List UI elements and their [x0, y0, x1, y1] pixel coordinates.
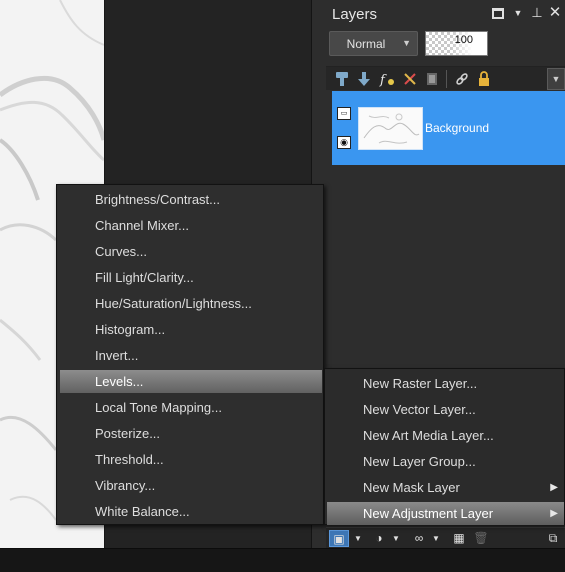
menu-item-threshold[interactable]: Threshold...: [60, 448, 322, 471]
menu-item-label: New Art Media Layer...: [363, 428, 494, 443]
menu-item-new-art-media-layer[interactable]: New Art Media Layer...: [327, 424, 564, 447]
pin-icon[interactable]: ⊥: [530, 6, 544, 20]
palette-bottom-toolbar: ▣ ▼ ◑ ▼ ∞ ▼ ▦ 🗑 ⧉: [326, 527, 565, 548]
menu-item-curves[interactable]: Curves...: [60, 240, 322, 263]
blend-mode-dropdown[interactable]: Normal ▼: [329, 31, 418, 56]
palette-header: Layers ▼ ⊥ ✕: [312, 0, 565, 28]
menu-item-vibrancy[interactable]: Vibrancy...: [60, 474, 322, 497]
adjustment-dropdown-icon[interactable]: ▼: [430, 530, 442, 547]
move-layer-down-icon[interactable]: [355, 70, 373, 88]
new-layer-menu: New Raster Layer... New Vector Layer... …: [324, 368, 565, 525]
blend-mode-value: Normal: [346, 37, 386, 51]
group-icon[interactable]: ▦: [450, 530, 468, 547]
menu-item-label: New Raster Layer...: [363, 376, 478, 391]
adjustment-icon[interactable]: ∞: [410, 530, 428, 547]
menu-item-new-layer-group[interactable]: New Layer Group...: [327, 450, 564, 473]
move-layer-up-icon[interactable]: [333, 70, 351, 88]
menu-item-hue-saturation[interactable]: Hue/Saturation/Lightness...: [60, 292, 322, 315]
chevron-down-icon: ▼: [402, 38, 411, 48]
mask-dropdown-icon[interactable]: ▼: [390, 530, 402, 547]
opacity-value: 100: [454, 34, 473, 46]
submenu-arrow-icon: ▶: [550, 508, 558, 519]
menu-item-channel-mixer[interactable]: Channel Mixer...: [60, 214, 322, 237]
menu-item-histogram[interactable]: Histogram...: [60, 318, 322, 341]
menu-item-levels[interactable]: Levels...: [60, 370, 322, 393]
adjustment-layer-submenu: Brightness/Contrast... Channel Mixer... …: [56, 184, 324, 525]
lock-icon[interactable]: [475, 70, 493, 88]
submenu-arrow-icon: ▶: [550, 482, 558, 493]
mask-icon[interactable]: ◑: [370, 530, 388, 547]
palette-title: Layers: [332, 6, 378, 23]
menu-arrow-icon[interactable]: ▼: [511, 6, 525, 20]
menu-item-white-balance[interactable]: White Balance...: [60, 500, 322, 523]
layer-properties-icon[interactable]: f: [378, 70, 396, 88]
menu-item-new-raster-layer[interactable]: New Raster Layer...: [327, 372, 564, 395]
menu-item-label: New Mask Layer: [363, 480, 460, 495]
layer-toolbar: f ▼: [326, 66, 565, 90]
close-icon[interactable]: ✕: [548, 5, 562, 20]
new-layer-dropdown-icon[interactable]: ▼: [352, 530, 364, 547]
menu-item-local-tone-mapping[interactable]: Local Tone Mapping...: [60, 396, 322, 419]
menu-item-brightness-contrast[interactable]: Brightness/Contrast...: [60, 188, 322, 211]
expand-icon[interactable]: ⧉: [544, 530, 562, 547]
menu-item-new-adjustment-layer[interactable]: New Adjustment Layer ▶: [327, 502, 564, 525]
mask-layer-icon[interactable]: [423, 70, 441, 88]
menu-item-posterize[interactable]: Posterize...: [60, 422, 322, 445]
new-layer-icon[interactable]: ▣: [329, 530, 349, 547]
edit-icon[interactable]: [401, 70, 419, 88]
menu-item-new-mask-layer[interactable]: New Mask Layer ▶: [327, 476, 564, 499]
menu-item-label: New Layer Group...: [363, 454, 476, 469]
menu-item-fill-light-clarity[interactable]: Fill Light/Clarity...: [60, 266, 322, 289]
delete-icon[interactable]: 🗑: [472, 530, 490, 547]
visibility-eye-icon[interactable]: ◉: [337, 136, 351, 149]
layer-type-icon: ▭: [337, 107, 351, 120]
svg-text:f: f: [379, 73, 387, 88]
opacity-slider[interactable]: 100: [425, 31, 488, 56]
menu-item-new-vector-layer[interactable]: New Vector Layer...: [327, 398, 564, 421]
maximize-icon[interactable]: [492, 8, 504, 19]
layer-row-background[interactable]: ▭ ◉ Background: [332, 91, 565, 165]
menu-item-invert[interactable]: Invert...: [60, 344, 322, 367]
menu-item-label: New Adjustment Layer: [363, 506, 494, 521]
link-icon[interactable]: [453, 70, 471, 88]
menu-item-label: New Vector Layer...: [363, 402, 476, 417]
toolbar-dropdown[interactable]: ▼: [547, 68, 565, 90]
layer-thumbnail: [358, 107, 423, 150]
layer-name: Background: [425, 121, 490, 135]
status-bar: [0, 548, 565, 572]
